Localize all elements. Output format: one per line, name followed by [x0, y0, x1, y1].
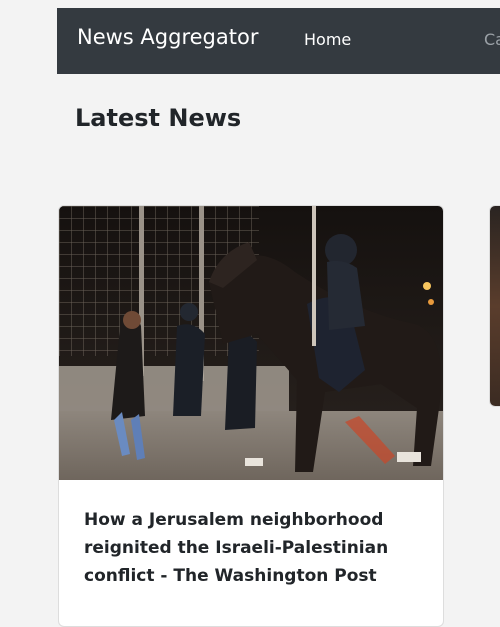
brand-link[interactable]: News Aggregator [77, 25, 258, 49]
news-card-next-image [490, 206, 500, 406]
news-card[interactable]: How a Jerusalem neighborhood reignited t… [58, 205, 444, 627]
top-navbar: News Aggregator Home Ca [57, 8, 500, 74]
news-card-image [59, 206, 443, 480]
news-card-next[interactable] [489, 205, 500, 407]
nav-link-categories[interactable]: Ca [484, 30, 500, 49]
news-card-title[interactable]: How a Jerusalem neighborhood reignited t… [84, 506, 424, 590]
page-title: Latest News [75, 104, 242, 132]
nav-link-home[interactable]: Home [304, 30, 351, 49]
